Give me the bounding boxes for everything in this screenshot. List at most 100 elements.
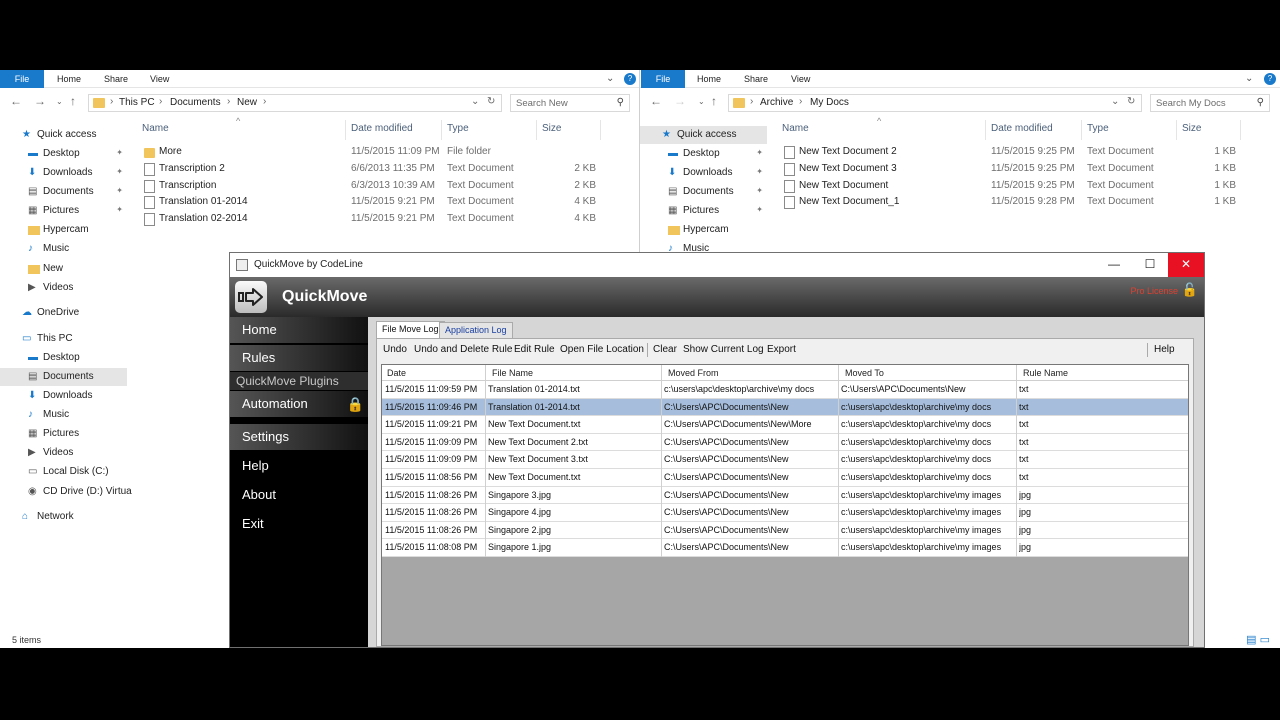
open-file-location-button[interactable]: Open File Location bbox=[560, 344, 644, 355]
help-icon[interactable]: ? bbox=[1264, 73, 1276, 85]
back-icon[interactable]: ← bbox=[650, 94, 662, 108]
ribbon-tab-file[interactable]: File bbox=[0, 70, 44, 88]
log-row[interactable]: 11/5/2015 11:09:21 PM New Text Document.t… bbox=[382, 416, 1188, 434]
pro-license-link[interactable]: Pro License bbox=[1130, 286, 1178, 296]
undo-button[interactable]: Undo bbox=[383, 344, 407, 355]
recent-chevron-icon[interactable]: ⌄ bbox=[698, 97, 705, 106]
column-date-modified[interactable]: Date modified bbox=[351, 123, 413, 134]
menu-settings[interactable]: Settings bbox=[230, 424, 368, 450]
log-row[interactable]: 11/5/2015 11:08:56 PM New Text Document.t… bbox=[382, 469, 1188, 487]
ribbon-expand-icon[interactable]: ⌄ bbox=[606, 73, 614, 84]
log-row[interactable]: 11/5/2015 11:09:59 PM Translation 01-2014… bbox=[382, 381, 1188, 399]
help-button[interactable]: Help bbox=[1154, 344, 1175, 355]
grid-col-moved-to[interactable]: Moved To bbox=[845, 368, 884, 378]
nav-item-quick-access[interactable]: ★ Quick access bbox=[640, 126, 767, 144]
column-size[interactable]: Size bbox=[1182, 123, 1201, 134]
log-row[interactable]: 11/5/2015 11:08:26 PM Singapore 2.jpg C:\U… bbox=[382, 521, 1188, 540]
nav-item-new[interactable]: New bbox=[0, 260, 127, 278]
nav-item-desktop[interactable]: ▬ Desktop ✦ bbox=[640, 145, 767, 163]
log-row[interactable]: 11/5/2015 11:08:26 PM Singapore 4.jpg C:\U… bbox=[382, 504, 1188, 522]
breadcrumb-new[interactable]: New bbox=[237, 97, 257, 108]
nav-item-hypercam[interactable]: Hypercam bbox=[0, 221, 127, 239]
nav-item-downloads[interactable]: ⬇ Downloads ✦ bbox=[0, 164, 127, 182]
nav-item-videos[interactable]: ▶ Videos bbox=[0, 279, 127, 297]
menu-about[interactable]: About bbox=[230, 482, 368, 508]
nav-item-quick-access[interactable]: ★ Quick access bbox=[0, 126, 127, 144]
file-row[interactable]: New Text Document_1 11/5/2015 9:28 PM Text… bbox=[768, 194, 1280, 211]
nav-item-downloads[interactable]: ⬇ Downloads bbox=[0, 387, 127, 405]
file-row[interactable]: New Text Document 3 11/5/2015 9:25 PM Text… bbox=[768, 161, 1280, 178]
chevron-down-icon[interactable]: ⌄ bbox=[471, 96, 479, 107]
nav-item-desktop[interactable]: ▬ Desktop ✦ bbox=[0, 145, 127, 163]
column-type[interactable]: Type bbox=[1087, 123, 1109, 134]
tab-application-log[interactable]: Application Log bbox=[439, 322, 513, 338]
nav-item-documents[interactable]: ▤ Documents bbox=[0, 368, 127, 386]
search-box[interactable]: Search My Docs ⚲ bbox=[1150, 94, 1270, 112]
ribbon-tab-file[interactable]: File bbox=[641, 70, 685, 88]
nav-item-onedrive[interactable]: ☁ OneDrive bbox=[0, 304, 127, 322]
ribbon-tab-share[interactable]: Share bbox=[104, 70, 128, 88]
menu-help[interactable]: Help bbox=[230, 453, 368, 479]
grid-col-rule-name[interactable]: Rule Name bbox=[1023, 368, 1068, 378]
menu-rules[interactable]: Rules bbox=[230, 345, 368, 371]
nav-item-documents[interactable]: ▤ Documents ✦ bbox=[640, 183, 767, 201]
file-row[interactable]: More 11/5/2015 11:09 PM File folder bbox=[128, 144, 639, 161]
column-date-modified[interactable]: Date modified bbox=[991, 123, 1053, 134]
ribbon-expand-icon[interactable]: ⌄ bbox=[1245, 73, 1253, 84]
forward-icon[interactable]: → bbox=[674, 94, 686, 108]
show-current-log-button[interactable]: Show Current Log bbox=[683, 344, 764, 355]
ribbon-tab-view[interactable]: View bbox=[150, 70, 169, 88]
nav-item-pictures[interactable]: ▦ Pictures ✦ bbox=[640, 202, 767, 220]
nav-item-music[interactable]: ♪ Music bbox=[0, 240, 127, 258]
grid-col-moved-from[interactable]: Moved From bbox=[668, 368, 719, 378]
nav-item-music[interactable]: ♪ Music bbox=[0, 406, 127, 424]
export-button[interactable]: Export bbox=[767, 344, 796, 355]
nav-item-documents[interactable]: ▤ Documents ✦ bbox=[0, 183, 127, 201]
nav-item-network[interactable]: ⌂ Network bbox=[0, 508, 127, 526]
grid-col-file-name[interactable]: File Name bbox=[492, 368, 533, 378]
file-row[interactable]: Translation 01-2014 11/5/2015 9:21 PM Text… bbox=[128, 194, 639, 211]
refresh-icon[interactable]: ↻ bbox=[1127, 96, 1135, 107]
back-icon[interactable]: ← bbox=[10, 94, 22, 108]
menu-automation[interactable]: Automation 🔒 bbox=[230, 391, 368, 417]
up-icon[interactable]: ↑ bbox=[711, 94, 717, 108]
nav-item-pictures[interactable]: ▦ Pictures bbox=[0, 425, 127, 443]
column-name[interactable]: Name bbox=[782, 123, 809, 134]
column-type[interactable]: Type bbox=[447, 123, 469, 134]
refresh-icon[interactable]: ↻ bbox=[487, 96, 495, 107]
file-row[interactable]: New Text Document 2 11/5/2015 9:25 PM Text… bbox=[768, 144, 1280, 161]
nav-item-downloads[interactable]: ⬇ Downloads ✦ bbox=[640, 164, 767, 182]
ribbon-tab-home[interactable]: Home bbox=[57, 70, 81, 88]
edit-rule-button[interactable]: Edit Rule bbox=[514, 344, 555, 355]
log-row[interactable]: 11/5/2015 11:08:08 PM Singapore 1.jpg C:\U… bbox=[382, 539, 1188, 557]
minimize-button[interactable]: — bbox=[1096, 253, 1132, 277]
breadcrumb-archive[interactable]: Archive bbox=[760, 97, 793, 108]
nav-item-this-pc[interactable]: ▭ This PC bbox=[0, 330, 127, 348]
log-row[interactable]: 11/5/2015 11:09:46 PM Translation 01-2014… bbox=[382, 398, 1188, 417]
nav-item-desktop[interactable]: ▬ Desktop bbox=[0, 349, 127, 367]
nav-item-hypercam[interactable]: Hypercam bbox=[640, 221, 767, 239]
up-icon[interactable]: ↑ bbox=[70, 94, 76, 108]
clear-button[interactable]: Clear bbox=[653, 344, 677, 355]
column-name[interactable]: Name bbox=[142, 123, 169, 134]
address-bar[interactable]: › Archive › My Docs ⌄ ↻ bbox=[728, 94, 1142, 112]
undo-delete-rule-button[interactable]: Undo and Delete Rule bbox=[414, 344, 512, 355]
ribbon-tab-home[interactable]: Home bbox=[697, 70, 721, 88]
tab-file-move-log[interactable]: File Move Log bbox=[376, 321, 445, 338]
chevron-down-icon[interactable]: ⌄ bbox=[1111, 96, 1119, 107]
forward-icon[interactable]: → bbox=[34, 94, 46, 108]
title-bar[interactable]: QuickMove by CodeLine — ☐ ✕ bbox=[230, 253, 1204, 277]
ribbon-tab-share[interactable]: Share bbox=[744, 70, 768, 88]
file-row[interactable]: Transcription 6/3/2013 10:39 AM Text Docum… bbox=[128, 178, 639, 195]
nav-item-pictures[interactable]: ▦ Pictures ✦ bbox=[0, 202, 127, 220]
ribbon-tab-view[interactable]: View bbox=[791, 70, 810, 88]
close-button[interactable]: ✕ bbox=[1168, 253, 1204, 277]
log-row[interactable]: 11/5/2015 11:09:09 PM New Text Document 3… bbox=[382, 451, 1188, 469]
nav-item-videos[interactable]: ▶ Videos bbox=[0, 444, 127, 462]
menu-exit[interactable]: Exit bbox=[230, 511, 368, 537]
log-row[interactable]: 11/5/2015 11:09:09 PM New Text Document 2… bbox=[382, 433, 1188, 452]
view-toggle-icons[interactable]: ▤ ▭ bbox=[1246, 633, 1270, 646]
address-bar[interactable]: › This PC › Documents › New › ⌄ ↻ bbox=[88, 94, 502, 112]
breadcrumb-my-docs[interactable]: My Docs bbox=[810, 97, 849, 108]
breadcrumb-this-pc[interactable]: This PC bbox=[119, 97, 155, 108]
